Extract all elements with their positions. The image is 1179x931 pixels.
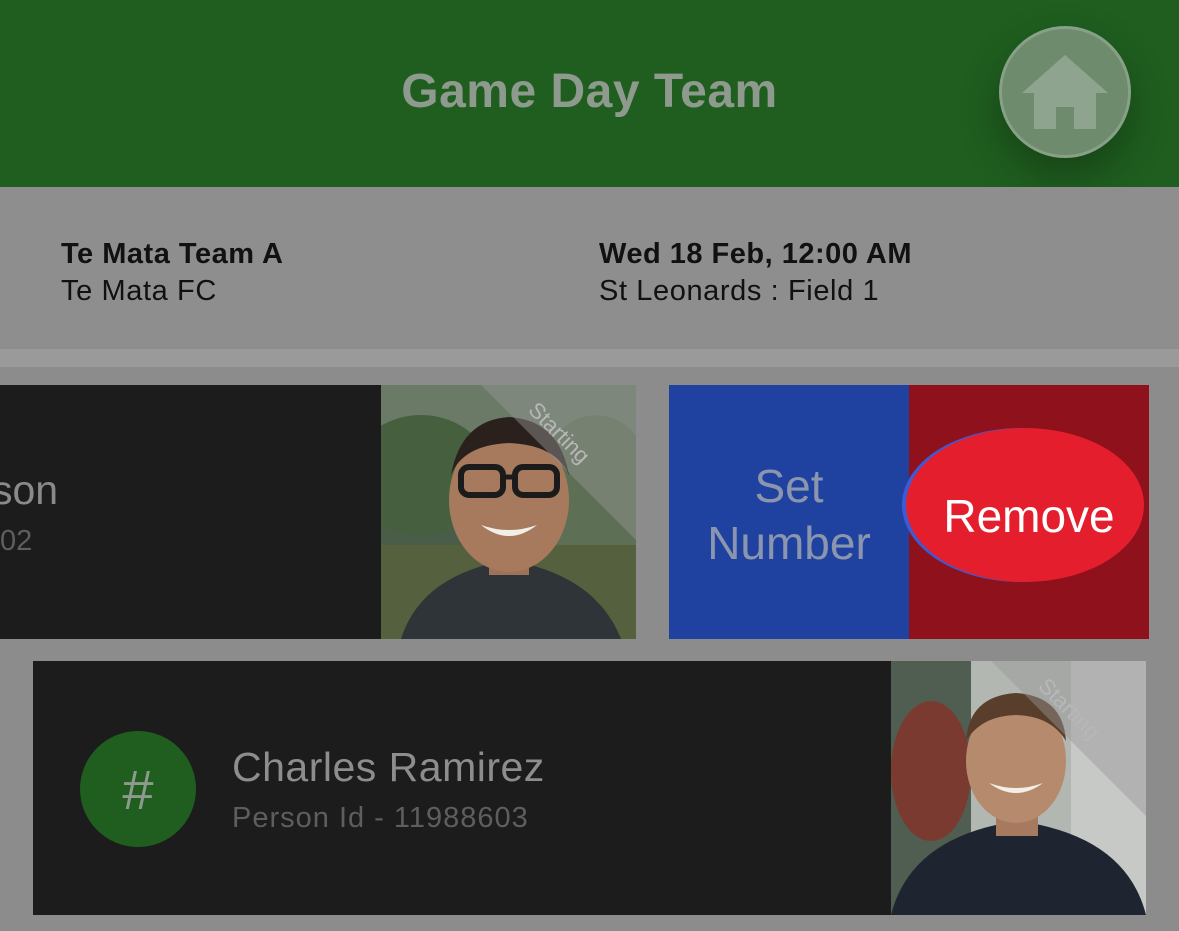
match-datetime: Wed 18 Feb, 12:00 AM [599,238,912,270]
player-id: 02 [0,525,33,557]
set-number-label-line2: Number [707,517,871,569]
match-venue: St Leonards : Field 1 [599,275,880,307]
player-name: son [0,467,59,513]
player-name: Charles Ramirez [232,744,545,790]
player-id: Person Id - 11988603 [232,802,529,834]
team-name: Te Mata Team A [61,238,284,270]
match-info-band: Te Mata Team A Te Mata FC Wed 18 Feb, 12… [0,187,1179,349]
team-info: Te Mata Team A Te Mata FC [61,236,283,310]
home-button[interactable] [999,26,1131,158]
fixture-info: Wed 18 Feb, 12:00 AM St Leonards : Field… [599,236,912,310]
club-name: Te Mata FC [61,275,217,307]
player-photo-image [381,385,636,639]
set-number-label-line1: Set [754,460,824,512]
home-icon [1022,55,1108,129]
player-photo: Starting [381,385,636,639]
remove-label: Remove [943,490,1115,542]
player-photo: Starting [891,661,1146,915]
screen: Game Day Team Te Mata Team A Te Mata FC … [0,0,1179,931]
set-number-badge[interactable]: # [80,731,196,847]
set-number-label: Set Number [669,458,909,572]
player-photo-image [891,661,1146,915]
divider [0,349,1179,367]
